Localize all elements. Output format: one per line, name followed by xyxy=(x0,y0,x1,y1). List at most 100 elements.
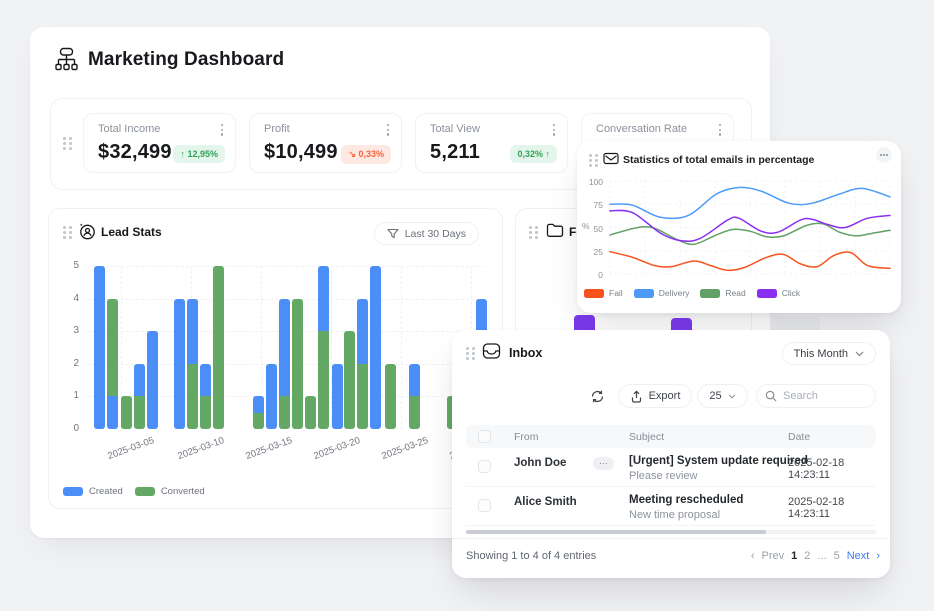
lead-chart-legend: Created Converted xyxy=(63,486,205,497)
bar-segment-created xyxy=(318,266,329,331)
next-chevron[interactable]: › xyxy=(876,550,880,562)
export-button[interactable]: Export xyxy=(618,384,692,408)
bar-segment-converted xyxy=(357,364,368,429)
gridline xyxy=(86,266,484,267)
x-tick-label: 2025-03-20 xyxy=(302,431,372,465)
stat-title: Profit xyxy=(264,123,290,135)
refresh-icon xyxy=(590,389,605,404)
legend-item: Fail xyxy=(584,288,623,298)
y-tick-label: 5 xyxy=(57,260,79,271)
chevron-down-icon xyxy=(855,351,864,357)
bar-segment-created xyxy=(187,299,198,364)
gridline xyxy=(401,266,402,429)
lead-bar-chart: 0123452025-03-052025-03-102025-03-152025… xyxy=(49,209,504,510)
page-button-2[interactable]: 2 xyxy=(804,550,810,562)
row-checkbox[interactable] xyxy=(478,499,491,512)
bar-segment-created xyxy=(174,299,185,429)
bar-segment-converted xyxy=(344,331,355,429)
row-checkbox[interactable] xyxy=(478,460,491,473)
cell-subject: [Urgent] System update required xyxy=(629,455,808,467)
kebab-menu-icon[interactable] xyxy=(217,122,227,138)
prev-button[interactable]: Prev xyxy=(762,550,785,562)
kebab-menu-icon[interactable] xyxy=(383,122,393,138)
bar-segment-created xyxy=(370,266,381,429)
cell-preview: New time proposal xyxy=(629,509,720,521)
inbox-footer: Showing 1 to 4 of 4 entries ‹Prev12...5N… xyxy=(452,538,890,539)
legend-item: Converted xyxy=(135,486,205,497)
bar-segment-converted xyxy=(121,396,132,429)
cell-date: 2025-02-18 14:23:11 xyxy=(788,457,876,481)
legend-item: Created xyxy=(63,486,123,497)
bar-segment-converted xyxy=(187,364,198,429)
table-header-row: From Subject Date xyxy=(466,425,876,448)
inbox-title: Inbox xyxy=(509,346,542,360)
page-size-select[interactable]: 25 xyxy=(697,384,748,408)
search-input[interactable] xyxy=(783,390,863,402)
column-header-from: From xyxy=(514,431,539,443)
stat-title: Total Income xyxy=(98,123,160,135)
kebab-menu-icon[interactable] xyxy=(715,122,725,138)
bar-segment-created xyxy=(94,266,105,429)
bar-segment-converted xyxy=(292,299,303,429)
bar-segment-converted xyxy=(385,364,396,429)
page-button-1[interactable]: 1 xyxy=(791,550,797,562)
drag-handle[interactable] xyxy=(63,137,72,150)
bar-segment-converted xyxy=(253,413,264,429)
prev-chevron[interactable]: ‹ xyxy=(751,550,755,562)
scrollbar-thumb[interactable] xyxy=(466,530,766,534)
refresh-button[interactable] xyxy=(582,384,612,408)
bar-segment-created xyxy=(357,299,368,364)
legend-label: Converted xyxy=(161,486,205,497)
cell-subject: Meeting rescheduled xyxy=(629,494,743,506)
search-icon xyxy=(765,390,777,402)
pagination-ellipsis: ... xyxy=(817,550,826,562)
legend-item: Read xyxy=(700,288,745,298)
legend-label: Delivery xyxy=(659,288,690,298)
stat-title: Conversation Rate xyxy=(596,123,687,135)
row-actions-button[interactable] xyxy=(593,457,614,470)
folder-icon xyxy=(546,222,564,238)
chevron-down-icon xyxy=(728,394,736,399)
stat-card-profit: Profit $10,499 ↘ 0,33% xyxy=(249,113,402,173)
legend-item: Delivery xyxy=(634,288,690,298)
table-row[interactable]: Alice SmithMeeting rescheduledNew time p… xyxy=(466,487,876,526)
legend-label: Click xyxy=(782,288,800,298)
period-label: This Month xyxy=(794,348,848,360)
stat-value: $10,499 xyxy=(264,141,338,164)
inbox-table: From Subject Date John Doe[Urgent] Syste… xyxy=(466,425,876,526)
x-tick-label: 2025-03-25 xyxy=(370,431,440,465)
legend-label: Fail xyxy=(609,288,623,298)
table-body: John Doe[Urgent] System update requiredP… xyxy=(466,448,876,526)
bar-segment-created xyxy=(279,299,290,397)
inbox-icon xyxy=(482,342,501,360)
y-tick-label: 2 xyxy=(57,358,79,369)
sitemap-icon xyxy=(54,46,79,73)
email-stats-card: Statistics of total emails in percentage… xyxy=(577,141,901,313)
x-tick-label: 2025-03-10 xyxy=(166,431,236,465)
period-select-button[interactable]: This Month xyxy=(782,342,876,365)
bar-segment-created xyxy=(266,364,277,429)
legend-chip xyxy=(757,289,777,298)
legend-chip xyxy=(63,487,83,496)
x-tick-label: 2025-03-05 xyxy=(96,431,166,465)
y-tick-label: 75 xyxy=(583,200,603,210)
bar-segment-converted xyxy=(200,396,211,429)
trend-badge: 0,32% ↑ xyxy=(510,145,557,163)
page-button-5[interactable]: 5 xyxy=(834,550,840,562)
cell-preview: Please review xyxy=(629,470,697,482)
bar-segment-converted xyxy=(318,331,329,429)
drag-handle[interactable] xyxy=(466,347,475,360)
drag-handle[interactable] xyxy=(529,226,538,239)
select-all-checkbox[interactable] xyxy=(478,430,491,443)
legend-label: Created xyxy=(89,486,123,497)
legend-chip xyxy=(634,289,654,298)
bar-segment-created xyxy=(332,364,343,429)
table-row[interactable]: John Doe[Urgent] System update requiredP… xyxy=(466,448,876,487)
next-button[interactable]: Next xyxy=(847,550,870,562)
entries-summary: Showing 1 to 4 of 4 entries xyxy=(466,550,596,562)
bar-segment-converted xyxy=(409,396,420,429)
legend-chip xyxy=(584,289,604,298)
kebab-menu-icon[interactable] xyxy=(549,122,559,138)
legend-chip xyxy=(700,289,720,298)
pagination: ‹ Prev 12... 5 Next › xyxy=(751,550,880,562)
